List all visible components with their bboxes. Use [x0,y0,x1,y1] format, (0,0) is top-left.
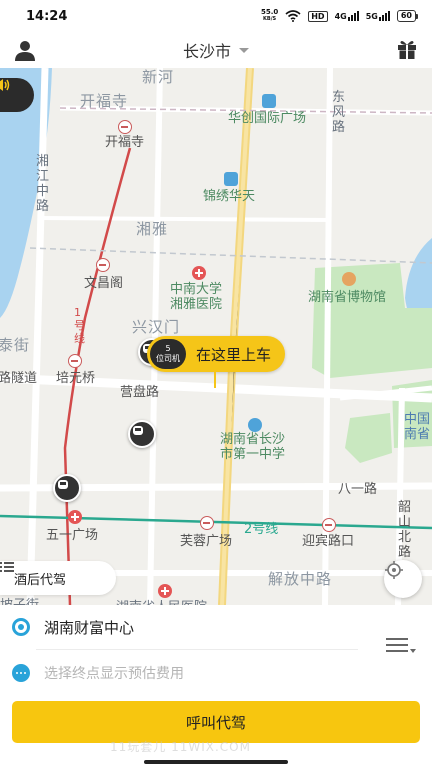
map-label-dongfeng: 东风路 [332,90,346,135]
map-label-suidao: 路隧道 [0,371,38,386]
end-address-row[interactable]: 选择终点显示预估费用 [0,651,432,695]
map-label-taijie: 泰街 [0,336,31,354]
map-label-xinghanmen: 兴汉门 [132,318,181,336]
map-label-line2: 2号线 [244,522,279,537]
city-selector[interactable]: 长沙市 [183,38,249,62]
header: 长沙市 [0,32,432,68]
hd-badge: HD [308,10,328,22]
map-label-peiyuanqiao: 培元桥 [56,371,96,386]
map-label-wenchangge: 文昌阁 [84,276,124,291]
map-label-kaifusi-area: 开福寺 [80,92,129,110]
map-label-furong: 芙蓉广场 [180,534,233,549]
address-panel: 湖南财富中心 选择终点显示预估费用 呼叫代驾 11玩套儿 11WIX.COM [0,605,432,768]
service-tab[interactable]: 酒后代驾 [0,561,116,595]
map-label-kaifusi-metro: 开福寺 [105,135,145,150]
battery-icon: 60 [396,10,418,22]
crosshair-icon [385,561,403,579]
building-icon [262,94,276,108]
status-time: 14:24 [26,8,68,24]
map-label-xiangjiang: 湘江中路 [36,154,50,214]
divider [36,649,358,650]
metro-line-icon [68,510,82,524]
service-tab-label: 酒后代驾 [14,572,67,588]
map-label-hospital-bottom: 湖南省人民医院 [116,596,207,605]
speaker-icon [0,79,10,91]
hospital-icon [192,266,206,280]
building-icon [224,172,238,186]
watermark: 11玩套儿 11WIX.COM [110,740,251,754]
map-label-line1: 1号线 [74,306,85,345]
map-label-xiangya: 湘雅 [136,220,169,238]
signal-icon-2: 5G [366,11,390,21]
start-address-row[interactable]: 湖南财富中心 [0,605,432,649]
map-label-zhongguo: 中国南省 [404,412,431,442]
status-bar: 14:24 55.0 KB/S HD 4G 5G 60 [0,0,432,32]
map-label-huayin: 华创国际广场 [228,111,307,126]
signal-icon-1: 4G [335,11,359,21]
school-icon [248,418,262,432]
metro-icon [96,258,110,272]
driver-car-icon [128,420,156,448]
map-label-xinfu: 新河 [142,68,175,86]
map-label-yingbin: 迎宾路口 [302,534,355,549]
pickup-marker[interactable]: 5 位司机 在这里上车 [147,336,286,372]
start-point-icon [12,618,30,636]
metro-icon [200,516,214,530]
museum-icon [342,272,356,286]
map-label-wuyi: 五一广场 [46,528,99,543]
pickup-text: 在这里上车 [196,345,272,364]
map-label-zhongnan: 中南大学湘雅医院 [170,282,223,312]
map-label-school: 湖南省长沙市第一中学 [220,432,286,462]
metro-icon [68,354,82,368]
map-label-jinxiu: 锦绣华天 [203,189,256,204]
map-label-shaoshan: 韶山北路 [398,500,412,560]
map-label-museum: 湖南省博物馆 [308,290,387,305]
sound-button[interactable] [0,78,34,112]
status-icons: 55.0 KB/S HD 4G 5G 60 [261,9,418,23]
more-menu-icon[interactable] [386,635,416,657]
end-address-placeholder: 选择终点显示预估费用 [44,666,184,682]
start-address: 湖南财富中心 [44,618,135,637]
gift-icon[interactable] [396,38,418,60]
chevron-down-icon [239,47,249,53]
map-label-jiefang: 解放中路 [268,570,333,588]
locate-button[interactable] [384,560,422,598]
list-icon[interactable] [0,561,14,573]
map-view[interactable]: 新河 开福寺 开福寺 华创国际广场 东风路 湘江中路 锦绣华天 湘雅 文昌阁 中… [0,68,432,605]
user-icon[interactable] [13,38,37,62]
pickup-pin-stem [214,372,216,388]
driver-count-badge: 5 位司机 [150,339,186,369]
map-label-bayi: 八一路 [338,482,378,497]
wifi-icon [285,10,301,22]
home-indicator[interactable] [144,760,288,764]
map-label-yingpan: 营盘路 [120,385,160,400]
net-speed: 55.0 KB/S [260,8,279,23]
end-point-icon [12,664,30,682]
driver-car-icon [53,474,81,502]
city-label: 长沙市 [182,42,231,61]
map-label-pozi: 坡子街 [0,594,39,605]
call-driver-button[interactable]: 呼叫代驾 [12,701,420,743]
